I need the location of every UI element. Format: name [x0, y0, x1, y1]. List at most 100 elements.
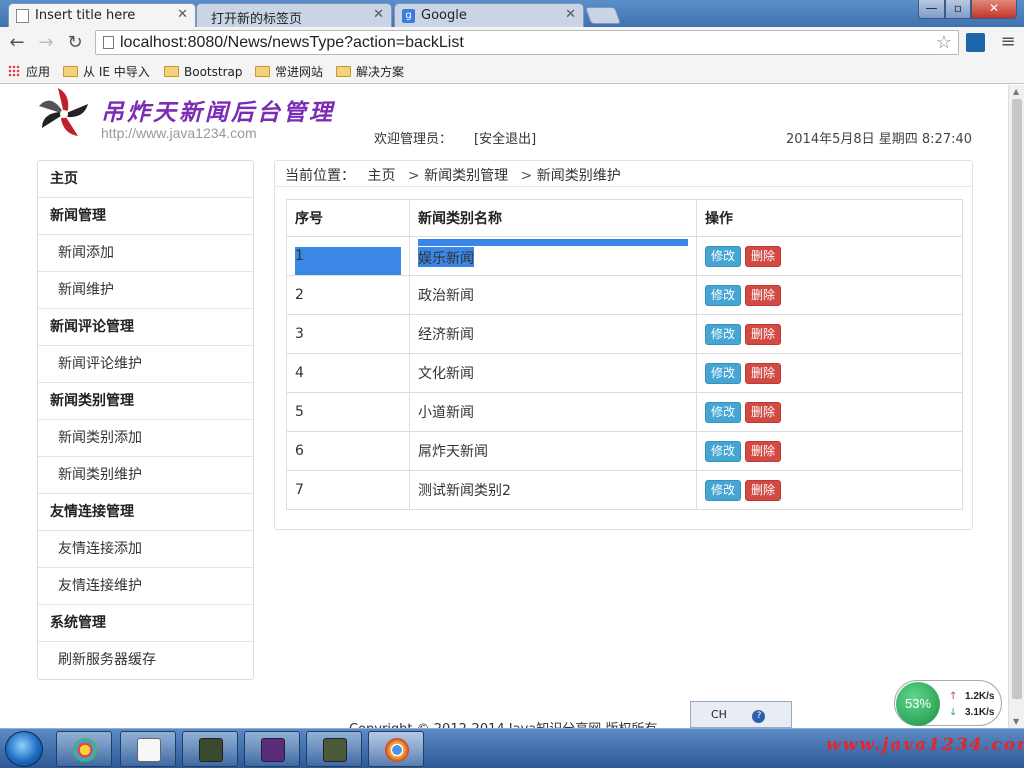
tool-icon	[323, 738, 347, 762]
page-viewport: 吊炸天新闻后台管理 http://www.java1234.com 欢迎管理员：…	[0, 85, 1008, 728]
tab-new-tab[interactable]: 打开新的标签页 ✕	[196, 3, 392, 27]
cell-name: 娱乐新闻	[409, 236, 697, 276]
extension-icon[interactable]	[966, 33, 985, 52]
cell-actions: 修改 删除	[696, 431, 963, 471]
delete-button[interactable]: 删除	[745, 323, 782, 345]
taskbar-app-tool[interactable]	[306, 731, 362, 767]
folder-icon	[255, 66, 270, 77]
close-icon[interactable]: ✕	[565, 7, 576, 22]
delete-button[interactable]: 删除	[745, 362, 782, 384]
cell-name: 政治新闻	[409, 275, 697, 315]
delete-button[interactable]: 删除	[745, 401, 782, 423]
menu-icon[interactable]: ≡	[998, 33, 1018, 53]
edit-button[interactable]: 修改	[705, 440, 742, 462]
sidebar-item-category-maintain[interactable]: 新闻类别维护	[38, 457, 253, 494]
new-tab-button[interactable]	[584, 7, 622, 24]
taskbar-app-terminal[interactable]	[182, 731, 238, 767]
tab-insert-title[interactable]: Insert title here ✕	[8, 3, 196, 27]
taskbar-app-chrome[interactable]	[368, 731, 424, 767]
back-arrow-icon[interactable]: ←	[6, 32, 28, 54]
sidebar-item-comment-maintain[interactable]: 新闻评论维护	[38, 346, 253, 383]
sidebar-item-home[interactable]: 主页	[38, 161, 253, 198]
edit-button[interactable]: 修改	[705, 479, 742, 501]
table-row: 4 文化新闻 修改 删除	[286, 353, 963, 393]
bookmark-apps[interactable]: 应用	[8, 63, 50, 81]
sidebar-item-refresh-cache[interactable]: 刷新服务器缓存	[38, 642, 253, 679]
ime-toolbar[interactable]: CH ?	[690, 701, 792, 728]
taskbar-app-notepad[interactable]	[120, 731, 176, 767]
sidebar-item-comment-management[interactable]: 新闻评论管理	[38, 309, 253, 346]
delete-button[interactable]: 删除	[745, 479, 782, 501]
close-icon[interactable]: ✕	[373, 7, 384, 22]
cell-no: 5	[286, 392, 410, 432]
bookmark-label: 应用	[26, 65, 51, 79]
sidebar-item-link-management[interactable]: 友情连接管理	[38, 494, 253, 531]
site-title: 吊炸天新闻后台管理	[101, 99, 335, 126]
sidebar-item-category-add[interactable]: 新闻类别添加	[38, 420, 253, 457]
logout-link[interactable]: [安全退出]	[474, 128, 536, 147]
sidebar-item-link-maintain[interactable]: 友情连接维护	[38, 568, 253, 605]
reload-icon[interactable]: ↻	[64, 32, 86, 54]
breadcrumb-home[interactable]: 主页	[367, 168, 395, 184]
table-row: 11 娱乐新闻 修改删除	[286, 236, 963, 276]
cell-name: 测试新闻类别2	[409, 470, 697, 510]
delete-button[interactable]: 删除	[745, 245, 782, 267]
sidebar-item-news-maintain[interactable]: 新闻维护	[38, 272, 253, 309]
picasa-icon	[73, 738, 97, 762]
download-arrow-icon: ↓	[949, 707, 958, 718]
tab-google[interactable]: g Google ✕	[394, 3, 584, 27]
table-row: 6 屌炸天新闻 修改 删除	[286, 431, 963, 471]
scrollbar-thumb[interactable]	[1012, 99, 1022, 699]
scroll-up-icon[interactable]: ▲	[1013, 87, 1019, 96]
bookmark-sites[interactable]: 常进网站	[255, 63, 323, 81]
ime-language[interactable]: CH	[711, 708, 727, 721]
edit-button[interactable]: 修改	[705, 323, 742, 345]
vertical-scrollbar[interactable]: ▲ ▼	[1008, 85, 1024, 728]
star-icon[interactable]: ☆	[936, 31, 952, 54]
bookmark-label: Bootstrap	[184, 65, 243, 79]
taskbar-app-picasa[interactable]	[56, 731, 112, 767]
close-icon[interactable]: ✕	[177, 7, 188, 22]
scroll-down-icon[interactable]: ▼	[1013, 717, 1019, 726]
cell-name: 经济新闻	[409, 314, 697, 354]
cell-no: 7	[286, 470, 410, 510]
table-row: 2 政治新闻 修改 删除	[286, 275, 963, 315]
cell-actions: 修改 删除	[696, 275, 963, 315]
breadcrumb-category-management[interactable]: 新闻类别管理	[424, 168, 508, 184]
chrome-icon	[385, 738, 409, 762]
minimize-button[interactable]: —	[918, 0, 945, 19]
edit-button[interactable]: 修改	[705, 245, 742, 267]
help-icon[interactable]: ?	[752, 710, 766, 723]
memory-usage[interactable]: 53%	[896, 682, 940, 726]
maximize-button[interactable]: ▫	[945, 0, 971, 19]
start-button[interactable]	[5, 731, 43, 767]
edit-button[interactable]: 修改	[705, 362, 742, 384]
forward-arrow-icon[interactable]: →	[35, 32, 57, 54]
cell-actions: 修改 删除	[696, 314, 963, 354]
taskbar-app-javaee[interactable]	[244, 731, 300, 767]
download-rate: 3.1K/s	[965, 707, 995, 718]
bookmark-label: 解决方案	[356, 65, 405, 79]
edit-button[interactable]: 修改	[705, 401, 742, 423]
welcome-text: 欢迎管理员：	[374, 132, 453, 147]
column-header-name: 新闻类别名称	[409, 199, 697, 237]
bookmark-ie-import[interactable]: 从 IE 中导入	[63, 63, 150, 81]
delete-button[interactable]: 删除	[745, 440, 782, 462]
tab-title: 打开新的标签页	[211, 12, 303, 27]
sidebar-item-system-management[interactable]: 系统管理	[38, 605, 253, 642]
sidebar-item-news-add[interactable]: 新闻添加	[38, 235, 253, 272]
folder-icon	[63, 66, 78, 77]
address-bar[interactable]: localhost:8080/News/newsType?action=back…	[95, 30, 959, 55]
edit-button[interactable]: 修改	[705, 284, 742, 306]
table-row: 5 小道新闻 修改 删除	[286, 392, 963, 432]
delete-button[interactable]: 删除	[745, 284, 782, 306]
footer-copyright: Copyright © 2012-2014 Java知识分享网 版权所有	[349, 718, 657, 728]
bookmark-label: 常进网站	[275, 65, 324, 79]
sidebar-item-link-add[interactable]: 友情连接添加	[38, 531, 253, 568]
close-window-button[interactable]: ✕	[971, 0, 1017, 19]
google-icon: g	[402, 9, 415, 23]
sidebar-item-category-management[interactable]: 新闻类别管理	[38, 383, 253, 420]
sidebar-item-news-management[interactable]: 新闻管理	[38, 198, 253, 235]
bookmark-bootstrap[interactable]: Bootstrap	[164, 63, 242, 81]
bookmark-solutions[interactable]: 解决方案	[336, 63, 404, 81]
